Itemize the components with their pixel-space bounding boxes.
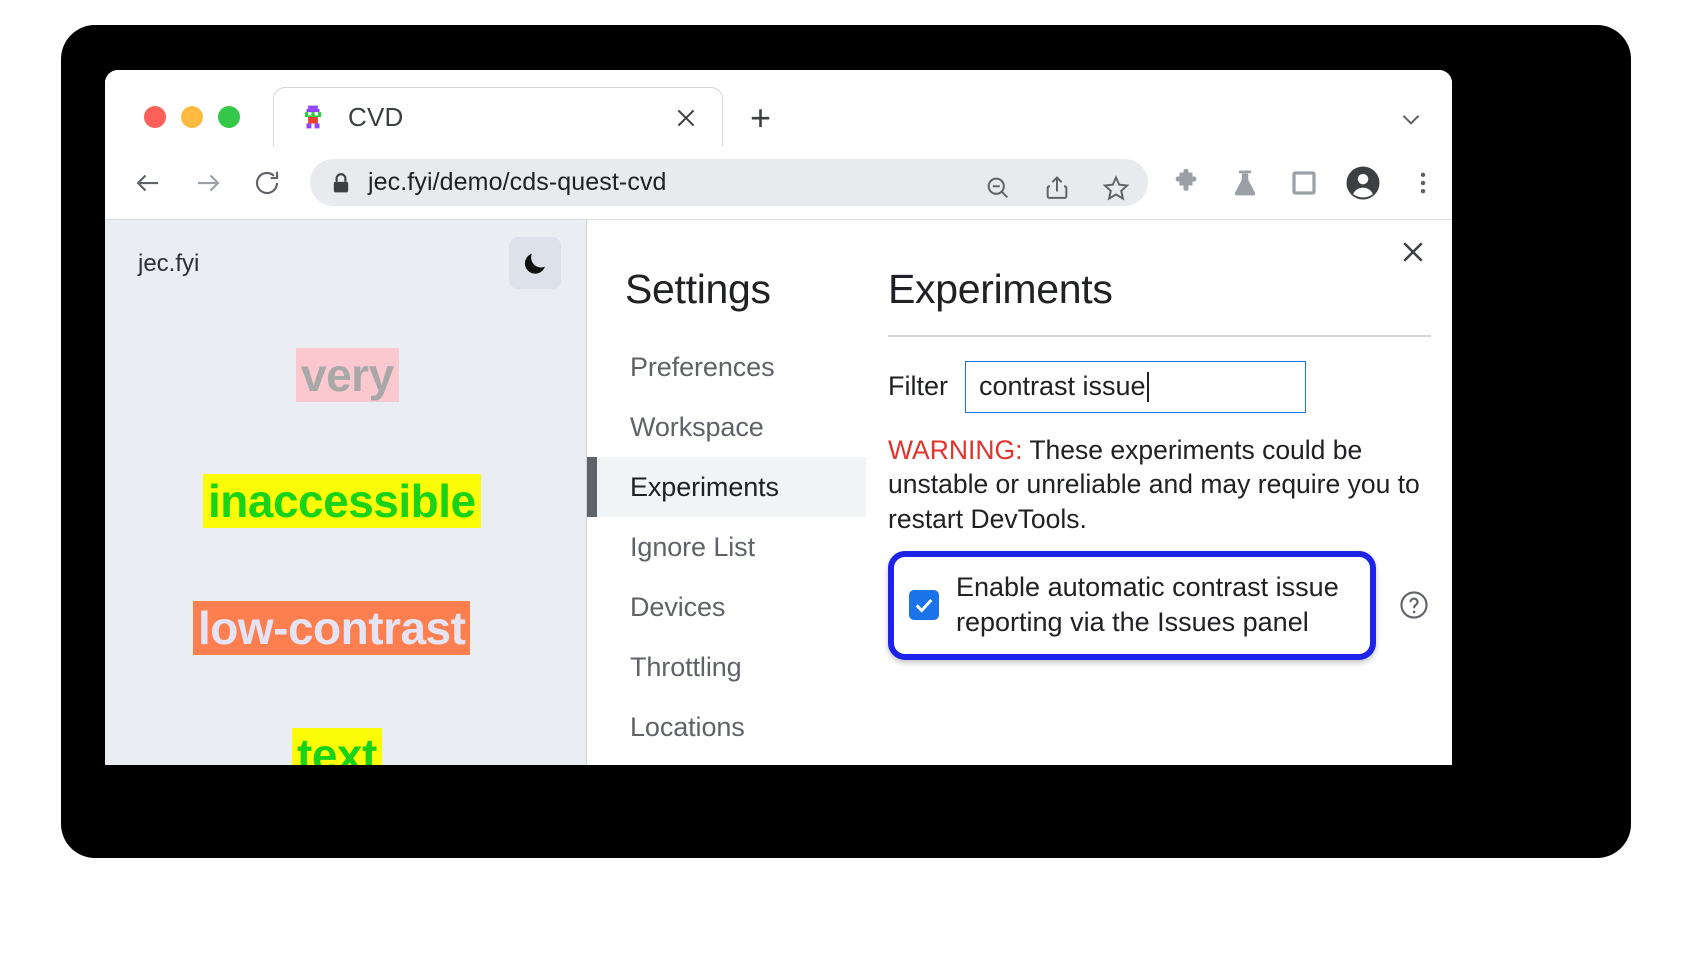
browser-tab-strip: CVD + (105, 70, 1452, 146)
browser-toolbar: jec.fyi/demo/cds-quest-cvd (105, 146, 1452, 220)
window-maximize-button[interactable] (218, 106, 240, 128)
reload-icon[interactable] (250, 166, 284, 200)
puzzle-piece-icon[interactable] (1168, 165, 1204, 201)
sidebar-item-experiments[interactable]: Experiments (587, 457, 866, 517)
filter-input-value: contrast issue (979, 371, 1146, 402)
window-minimize-button[interactable] (181, 106, 203, 128)
flask-icon[interactable] (1227, 165, 1263, 201)
browser-window: CVD + (105, 70, 1452, 765)
browser-tab-title: CVD (348, 102, 404, 133)
page-content: jec.fyi very inaccessible low-contrast t… (105, 220, 1452, 765)
experiments-section: Experiments Filter contrast issue WARNIN… (866, 266, 1452, 765)
warning-message: WARNING: These experiments could be unst… (888, 433, 1428, 537)
divider (888, 335, 1431, 337)
checkmark-icon (913, 594, 935, 616)
star-icon[interactable] (1098, 170, 1134, 206)
zoom-out-icon[interactable] (980, 170, 1016, 206)
experiment-row: Enable automatic contrast issue reportin… (888, 551, 1431, 660)
demo-word: text (292, 728, 382, 765)
sidebar-item-label: Workspace (630, 412, 764, 443)
experiment-checkbox[interactable] (909, 590, 939, 620)
url-text: jec.fyi/demo/cds-quest-cvd (368, 168, 667, 197)
experiment-highlight-box[interactable]: Enable automatic contrast issue reportin… (888, 551, 1376, 660)
filter-input[interactable]: contrast issue (965, 361, 1306, 413)
help-circle-icon[interactable] (1397, 588, 1431, 622)
sidebar-item-ignore-list[interactable]: Ignore List (625, 517, 866, 577)
section-title: Experiments (888, 266, 1431, 313)
three-dot-menu-icon[interactable] (1405, 165, 1441, 201)
chevron-down-icon[interactable] (1398, 106, 1424, 137)
arrow-left-icon[interactable] (131, 166, 165, 200)
sidebar-item-label: Ignore List (630, 532, 755, 563)
arrow-right-icon[interactable] (191, 166, 225, 200)
lock-icon (332, 172, 350, 194)
page-title: Settings (625, 266, 866, 313)
demo-word: very (296, 348, 399, 402)
sidebar-item-label: Preferences (630, 352, 774, 383)
site-name: jec.fyi (138, 250, 199, 278)
filter-row: Filter contrast issue (888, 361, 1431, 413)
experiment-label: Enable automatic contrast issue reportin… (956, 570, 1353, 641)
close-icon[interactable] (1397, 236, 1429, 268)
demo-page-pane: jec.fyi very inaccessible low-contrast t… (105, 220, 586, 765)
settings-navigation: Settings Preferences Workspace Experimen… (587, 266, 866, 765)
sidebar-item-workspace[interactable]: Workspace (625, 397, 866, 457)
window-close-button[interactable] (144, 106, 166, 128)
devtools-settings-panel: Settings Preferences Workspace Experimen… (586, 220, 1452, 765)
share-icon[interactable] (1039, 170, 1075, 206)
sidebar-item-label: Devices (630, 592, 725, 623)
demo-word: inaccessible (203, 474, 481, 528)
sidebar-item-label: Throttling (630, 652, 742, 683)
sidebar-item-label: Experiments (630, 472, 779, 503)
account-avatar-icon[interactable] (1345, 165, 1381, 201)
close-icon[interactable] (672, 104, 700, 132)
address-bar[interactable]: jec.fyi/demo/cds-quest-cvd (310, 159, 1148, 206)
dragon-favicon (300, 104, 326, 130)
new-tab-button[interactable]: + (750, 100, 771, 136)
warning-label: WARNING: (888, 435, 1022, 465)
browser-tab-cvd[interactable]: CVD (273, 87, 723, 146)
filter-label: Filter (888, 371, 948, 402)
side-panel-icon[interactable] (1286, 165, 1322, 201)
moon-icon[interactable] (509, 237, 561, 289)
demo-word: low-contrast (193, 601, 470, 655)
sidebar-item-label: Locations (630, 712, 745, 743)
sidebar-item-preferences[interactable]: Preferences (625, 337, 866, 397)
text-caret (1147, 372, 1149, 402)
sidebar-item-devices[interactable]: Devices (625, 577, 866, 637)
screenshot-root: CVD + (0, 0, 1692, 974)
sidebar-item-throttling[interactable]: Throttling (625, 637, 866, 697)
sidebar-item-locations[interactable]: Locations (625, 697, 866, 757)
